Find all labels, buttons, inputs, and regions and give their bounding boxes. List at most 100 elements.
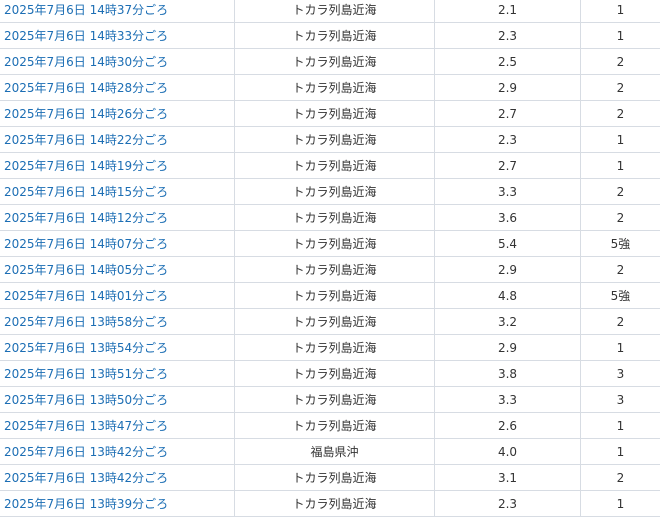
- epicenter-cell: トカラ列島近海: [234, 490, 435, 517]
- magnitude-cell: 2.9: [434, 74, 581, 101]
- max-intensity-cell: 2: [580, 100, 660, 127]
- time-cell: 2025年7月6日 14時30分ごろ: [0, 48, 235, 75]
- earthquake-time-link[interactable]: 2025年7月6日 13時58分ごろ: [4, 315, 168, 329]
- max-intensity-cell: 3: [580, 386, 660, 413]
- epicenter-cell: トカラ列島近海: [234, 230, 435, 257]
- table-row: 2025年7月6日 13時47分ごろ トカラ列島近海 2.6 1: [0, 412, 660, 439]
- time-cell: 2025年7月6日 14時22分ごろ: [0, 126, 235, 153]
- epicenter-cell: トカラ列島近海: [234, 126, 435, 153]
- earthquake-time-link[interactable]: 2025年7月6日 13時50分ごろ: [4, 393, 168, 407]
- magnitude-cell: 5.4: [434, 230, 581, 257]
- table-row: 2025年7月6日 14時15分ごろ トカラ列島近海 3.3 2: [0, 178, 660, 205]
- table-row: 2025年7月6日 13時51分ごろ トカラ列島近海 3.8 3: [0, 360, 660, 387]
- time-cell: 2025年7月6日 13時39分ごろ: [0, 490, 235, 517]
- epicenter-cell: トカラ列島近海: [234, 334, 435, 361]
- earthquake-time-link[interactable]: 2025年7月6日 13時51分ごろ: [4, 367, 168, 381]
- max-intensity-cell: 2: [580, 48, 660, 75]
- time-cell: 2025年7月6日 13時51分ごろ: [0, 360, 235, 387]
- earthquake-time-link[interactable]: 2025年7月6日 13時42分ごろ: [4, 471, 168, 485]
- table-row: 2025年7月6日 14時37分ごろ トカラ列島近海 2.1 1: [0, 0, 660, 23]
- magnitude-cell: 3.3: [434, 178, 581, 205]
- epicenter-cell: トカラ列島近海: [234, 386, 435, 413]
- max-intensity-cell: 1: [580, 438, 660, 465]
- time-cell: 2025年7月6日 14時37分ごろ: [0, 0, 235, 23]
- magnitude-cell: 2.3: [434, 126, 581, 153]
- earthquake-time-link[interactable]: 2025年7月6日 14時26分ごろ: [4, 107, 168, 121]
- epicenter-cell: トカラ列島近海: [234, 152, 435, 179]
- table-row: 2025年7月6日 13時58分ごろ トカラ列島近海 3.2 2: [0, 308, 660, 335]
- earthquake-time-link[interactable]: 2025年7月6日 13時39分ごろ: [4, 497, 168, 511]
- time-cell: 2025年7月6日 14時19分ごろ: [0, 152, 235, 179]
- earthquake-time-link[interactable]: 2025年7月6日 14時07分ごろ: [4, 237, 168, 251]
- time-cell: 2025年7月6日 14時05分ごろ: [0, 256, 235, 283]
- magnitude-cell: 2.5: [434, 48, 581, 75]
- earthquake-time-link[interactable]: 2025年7月6日 14時37分ごろ: [4, 3, 168, 17]
- magnitude-cell: 2.7: [434, 100, 581, 127]
- magnitude-cell: 3.2: [434, 308, 581, 335]
- magnitude-cell: 2.9: [434, 334, 581, 361]
- earthquake-time-link[interactable]: 2025年7月6日 13時42分ごろ: [4, 445, 168, 459]
- earthquake-time-link[interactable]: 2025年7月6日 14時22分ごろ: [4, 133, 168, 147]
- earthquake-time-link[interactable]: 2025年7月6日 14時12分ごろ: [4, 211, 168, 225]
- table-row: 2025年7月6日 14時19分ごろ トカラ列島近海 2.7 1: [0, 152, 660, 179]
- epicenter-cell: トカラ列島近海: [234, 48, 435, 75]
- earthquake-time-link[interactable]: 2025年7月6日 14時15分ごろ: [4, 185, 168, 199]
- time-cell: 2025年7月6日 13時42分ごろ: [0, 464, 235, 491]
- epicenter-cell: トカラ列島近海: [234, 0, 435, 23]
- earthquake-time-link[interactable]: 2025年7月6日 14時01分ごろ: [4, 289, 168, 303]
- table-row: 2025年7月6日 13時39分ごろ トカラ列島近海 2.3 1: [0, 490, 660, 517]
- table-row: 2025年7月6日 14時28分ごろ トカラ列島近海 2.9 2: [0, 74, 660, 101]
- epicenter-cell: トカラ列島近海: [234, 178, 435, 205]
- earthquake-time-link[interactable]: 2025年7月6日 14時05分ごろ: [4, 263, 168, 277]
- table-row: 2025年7月6日 14時26分ごろ トカラ列島近海 2.7 2: [0, 100, 660, 127]
- time-cell: 2025年7月6日 14時07分ごろ: [0, 230, 235, 257]
- epicenter-cell: トカラ列島近海: [234, 308, 435, 335]
- max-intensity-cell: 2: [580, 308, 660, 335]
- max-intensity-cell: 2: [580, 74, 660, 101]
- time-cell: 2025年7月6日 14時01分ごろ: [0, 282, 235, 309]
- earthquake-time-link[interactable]: 2025年7月6日 14時19分ごろ: [4, 159, 168, 173]
- earthquake-time-link[interactable]: 2025年7月6日 13時54分ごろ: [4, 341, 168, 355]
- max-intensity-cell: 1: [580, 490, 660, 517]
- earthquake-time-link[interactable]: 2025年7月6日 14時30分ごろ: [4, 55, 168, 69]
- table-row: 2025年7月6日 13時54分ごろ トカラ列島近海 2.9 1: [0, 334, 660, 361]
- time-cell: 2025年7月6日 14時33分ごろ: [0, 22, 235, 49]
- epicenter-cell: トカラ列島近海: [234, 360, 435, 387]
- earthquake-list-body: 2025年7月6日 14時37分ごろ トカラ列島近海 2.1 1 2025年7月6日 1…: [0, 0, 660, 517]
- magnitude-cell: 3.8: [434, 360, 581, 387]
- earthquake-time-link[interactable]: 2025年7月6日 13時47分ごろ: [4, 419, 168, 433]
- time-cell: 2025年7月6日 14時28分ごろ: [0, 74, 235, 101]
- max-intensity-cell: 1: [580, 152, 660, 179]
- magnitude-cell: 2.6: [434, 412, 581, 439]
- time-cell: 2025年7月6日 14時15分ごろ: [0, 178, 235, 205]
- earthquake-time-link[interactable]: 2025年7月6日 14時33分ごろ: [4, 29, 168, 43]
- epicenter-cell: トカラ列島近海: [234, 100, 435, 127]
- max-intensity-cell: 1: [580, 334, 660, 361]
- table-row: 2025年7月6日 13時50分ごろ トカラ列島近海 3.3 3: [0, 386, 660, 413]
- time-cell: 2025年7月6日 14時26分ごろ: [0, 100, 235, 127]
- table-row: 2025年7月6日 13時42分ごろ 福島県沖 4.0 1: [0, 438, 660, 465]
- magnitude-cell: 2.1: [434, 0, 581, 23]
- epicenter-cell: 福島県沖: [234, 438, 435, 465]
- magnitude-cell: 3.6: [434, 204, 581, 231]
- time-cell: 2025年7月6日 13時54分ごろ: [0, 334, 235, 361]
- max-intensity-cell: 2: [580, 256, 660, 283]
- epicenter-cell: トカラ列島近海: [234, 256, 435, 283]
- max-intensity-cell: 1: [580, 126, 660, 153]
- magnitude-cell: 4.0: [434, 438, 581, 465]
- magnitude-cell: 2.3: [434, 490, 581, 517]
- time-cell: 2025年7月6日 13時42分ごろ: [0, 438, 235, 465]
- max-intensity-cell: 1: [580, 22, 660, 49]
- earthquake-time-link[interactable]: 2025年7月6日 14時28分ごろ: [4, 81, 168, 95]
- table-row: 2025年7月6日 14時05分ごろ トカラ列島近海 2.9 2: [0, 256, 660, 283]
- table-row: 2025年7月6日 14時01分ごろ トカラ列島近海 4.8 5強: [0, 282, 660, 309]
- epicenter-cell: トカラ列島近海: [234, 282, 435, 309]
- table-row: 2025年7月6日 14時33分ごろ トカラ列島近海 2.3 1: [0, 22, 660, 49]
- magnitude-cell: 3.1: [434, 464, 581, 491]
- table-row: 2025年7月6日 14時07分ごろ トカラ列島近海 5.4 5強: [0, 230, 660, 257]
- epicenter-cell: トカラ列島近海: [234, 464, 435, 491]
- time-cell: 2025年7月6日 13時58分ごろ: [0, 308, 235, 335]
- epicenter-cell: トカラ列島近海: [234, 412, 435, 439]
- epicenter-cell: トカラ列島近海: [234, 204, 435, 231]
- max-intensity-cell: 2: [580, 204, 660, 231]
